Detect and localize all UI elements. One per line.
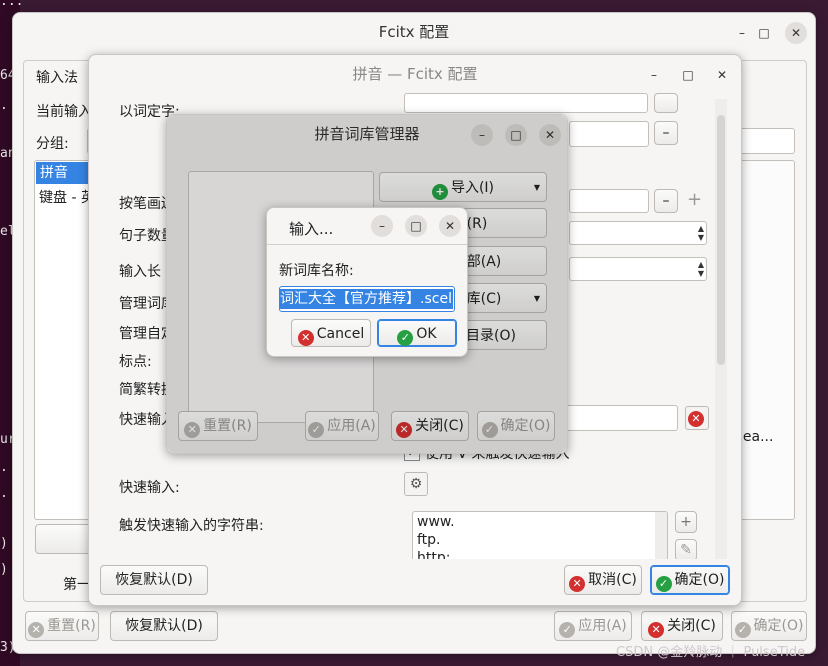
- settings-scrollbar[interactable]: [715, 99, 727, 559]
- scroll-thumb[interactable]: [717, 115, 725, 365]
- title-separator: [267, 244, 467, 245]
- minus-button[interactable]: [654, 93, 678, 113]
- terminal-line: .: [0, 486, 8, 501]
- terminal-line: ...: [0, 0, 24, 9]
- reset-icon: ✕: [28, 622, 45, 638]
- close-button[interactable]: ✕ 关闭(C): [641, 611, 723, 641]
- setting-field[interactable]: [569, 189, 649, 213]
- setting-field[interactable]: [569, 121, 649, 147]
- close-icon[interactable]: ✕: [711, 64, 733, 86]
- reset-button[interactable]: ✕ 重置(R): [25, 611, 99, 641]
- terminal-line: ): [0, 562, 8, 577]
- maximize-icon[interactable]: □: [753, 22, 775, 44]
- close-icon: ✕: [648, 622, 665, 638]
- ok-button[interactable]: ✓ OK: [377, 319, 457, 347]
- close-icon[interactable]: ✕: [439, 215, 461, 237]
- sentence-count-spin[interactable]: ▲ ▼: [569, 221, 707, 245]
- group-label: 分组:: [36, 136, 69, 152]
- quick-input-key-button[interactable]: ⚙: [404, 472, 428, 496]
- maximize-icon[interactable]: □: [405, 215, 427, 237]
- prompt-label: 新词库名称:: [279, 263, 354, 279]
- dialog-title: 输入...: [289, 220, 334, 238]
- list-item[interactable]: http:: [417, 550, 450, 559]
- tab-input-method[interactable]: 输入法: [36, 67, 78, 87]
- setting-field[interactable]: [404, 93, 648, 113]
- restore-default-button[interactable]: 恢复默认(D): [110, 611, 218, 641]
- check-icon: ✓: [655, 576, 672, 592]
- terminal-line: ): [0, 536, 8, 551]
- setting-label: 触发快速输入的字符串:: [119, 518, 264, 534]
- list-item[interactable]: 键盘 - 英: [39, 187, 95, 209]
- list-item[interactable]: ftp.: [417, 532, 441, 548]
- spin-arrows-icon[interactable]: ▲ ▼: [698, 260, 704, 278]
- maximize-icon[interactable]: □: [677, 64, 699, 86]
- setting-label: 标点:: [119, 354, 152, 370]
- setting-label: 输入长: [119, 264, 161, 280]
- input-dialog: 输入... – □ ✕ 新词库名称: 词汇大全【官方推荐】.scel ✕ Canc…: [266, 207, 468, 357]
- watermark: CSDN @金羚脉动 ｜ PulseTide: [616, 645, 806, 660]
- cancel-icon: ✕: [569, 576, 586, 592]
- check-icon: ✓: [397, 330, 414, 346]
- restore-default-button[interactable]: 恢复默认(D): [100, 565, 208, 595]
- cancel-icon: ✕: [297, 330, 314, 346]
- selected-text: 词汇大全【官方推荐】.scel: [280, 289, 453, 309]
- list-scrollbar[interactable]: [655, 512, 667, 559]
- input-length-spin[interactable]: ▲ ▼: [569, 257, 707, 281]
- minimize-icon[interactable]: –: [643, 64, 665, 86]
- dict-name-input[interactable]: 词汇大全【官方推荐】.scel: [279, 286, 455, 312]
- setting-label: 快速输入:: [119, 480, 180, 496]
- plus-icon[interactable]: +: [687, 189, 702, 210]
- clear-button[interactable]: ✕: [685, 406, 709, 430]
- ok-button[interactable]: ✓ 确定(O): [731, 611, 807, 641]
- window-title: Fcitx 配置: [378, 23, 450, 41]
- clear-icon: ✕: [688, 411, 704, 427]
- apply-button[interactable]: ✓ 应用(A): [554, 611, 632, 641]
- ok-button[interactable]: ✓ 确定(O): [650, 565, 730, 595]
- minimize-icon[interactable]: –: [371, 215, 393, 237]
- spin-arrows-icon[interactable]: ▲ ▼: [698, 224, 704, 242]
- cancel-button[interactable]: ✕ Cancel: [291, 319, 371, 347]
- minimize-icon[interactable]: –: [731, 22, 753, 44]
- edit-string-button[interactable]: ✎: [675, 539, 697, 559]
- terminal-line: .: [0, 460, 8, 475]
- trigger-string-list[interactable]: www. ftp. http:: [412, 511, 668, 559]
- cancel-button[interactable]: ✕ 取消(C): [564, 565, 642, 595]
- add-string-button[interactable]: +: [675, 511, 697, 533]
- quick-input-field[interactable]: [564, 405, 678, 431]
- list-item[interactable]: www.: [417, 514, 455, 530]
- terminal-line: .: [0, 98, 8, 113]
- close-icon[interactable]: ✕: [785, 22, 807, 44]
- check-icon: ✓: [559, 622, 576, 638]
- minus-button[interactable]: –: [654, 121, 678, 145]
- first-label: 第一: [63, 577, 91, 593]
- current-input-label: 当前输入: [36, 104, 92, 120]
- check-icon: ✓: [734, 622, 751, 638]
- minus-button[interactable]: –: [654, 189, 678, 213]
